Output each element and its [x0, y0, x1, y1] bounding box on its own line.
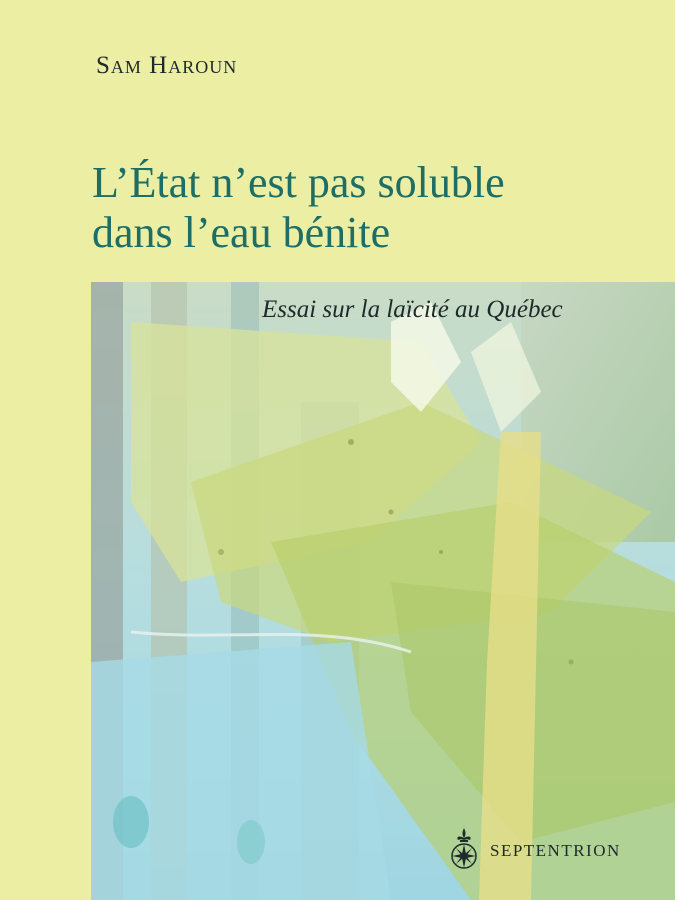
book-cover: Sam Haroun L’État n’est pas soluble dans…: [0, 0, 675, 900]
book-subtitle: Essai sur la laïcité au Québec: [262, 296, 563, 323]
fleur-de-lis-compass-icon: [446, 826, 482, 875]
title-line-2: dans l’eau bénite: [92, 208, 391, 257]
cover-artwork: [91, 282, 675, 900]
book-title: L’État n’est pas soluble dans l’eau béni…: [92, 158, 505, 258]
publisher-mark: SEPTENTRION: [446, 826, 621, 875]
author-name: Sam Haroun: [96, 52, 238, 79]
publisher-name: SEPTENTRION: [490, 840, 621, 860]
title-line-1: L’État n’est pas soluble: [92, 158, 505, 207]
abstract-watercolor-image: [91, 282, 675, 900]
